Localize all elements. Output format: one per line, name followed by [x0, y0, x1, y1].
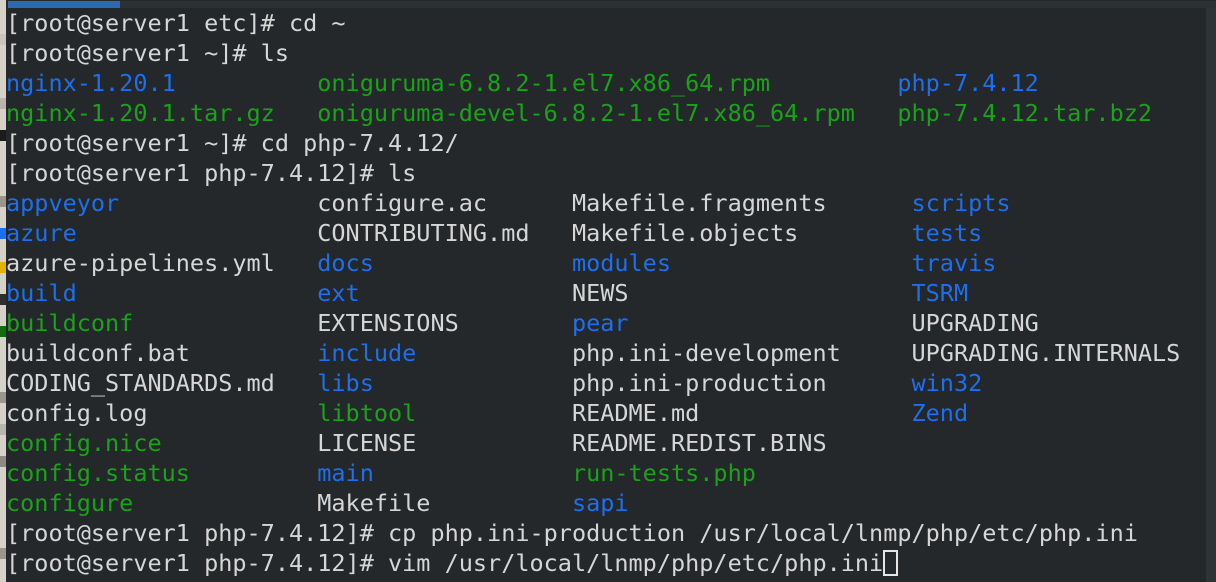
file-entry: ext [317, 279, 572, 307]
shell-prompt: [root@server1 php-7.4.12]# [6, 519, 389, 547]
file-entry: include [317, 339, 572, 367]
file-entry: php-7.4.12 [897, 69, 1039, 97]
file-entry: README.md [571, 399, 912, 427]
file-entry: configure [6, 489, 318, 517]
file-entry: Makefile.fragments [571, 189, 912, 217]
file-entry: Zend [911, 399, 969, 427]
file-entry: modules [571, 249, 912, 277]
shell-prompt: [root@server1 etc]# [6, 9, 289, 37]
shell-command: cp php.ini-production /usr/local/lnmp/ph… [388, 519, 1138, 547]
terminal-listing-row-home-1: nginx-1.20.1.tar.gz oniguruma-devel-6.8.… [6, 98, 1210, 128]
file-entry: config.nice [6, 429, 318, 457]
shell-prompt: [root@server1 php-7.4.12]# [6, 549, 389, 577]
terminal-command-line-ls-php: [root@server1 php-7.4.12]# ls [6, 158, 1210, 188]
file-entry: run-tests.php [571, 459, 912, 487]
terminal-command-line-vim: [root@server1 php-7.4.12]# vim /usr/loca… [6, 548, 1210, 578]
terminal-command-line-cp: [root@server1 php-7.4.12]# cp php.ini-pr… [6, 518, 1210, 548]
file-entry: appveyor [6, 189, 318, 217]
file-entry: TSRM [911, 279, 969, 307]
background-window-icon-fragment [0, 228, 6, 239]
terminal-scrollbar[interactable] [1206, 8, 1216, 582]
file-entry: EXTENSIONS [317, 309, 572, 337]
file-entry: Makefile.objects [571, 219, 912, 247]
file-entry: build [6, 279, 318, 307]
file-entry: README.REDIST.BINS [571, 429, 912, 457]
shell-command: cd php-7.4.12/ [260, 129, 459, 157]
background-window-icon-fragment [0, 424, 6, 435]
terminal-window: [root@server1 etc]# cd ~ [root@server1 ~]… [0, 0, 1216, 582]
file-entry: azure [6, 219, 318, 247]
shell-prompt: [root@server1 php-7.4.12]# [6, 159, 389, 187]
background-window-icon-fragment [0, 456, 6, 467]
terminal-listing-row-php-2: azure-pipelines.yml docs modules travis [6, 248, 1210, 278]
shell-command: cd ~ [288, 9, 346, 37]
background-window-icon-fragment [0, 130, 6, 141]
background-window-icon-fragment [0, 98, 6, 109]
file-entry: tests [911, 219, 983, 247]
terminal-listing-row-php-9: config.status main run-tests.php [6, 458, 1210, 488]
terminal-listing-row-php-1: azure CONTRIBUTING.md Makefile.objects t… [6, 218, 1210, 248]
terminal-listing-row-php-6: CODING_STANDARDS.md libs php.ini-product… [6, 368, 1210, 398]
terminal-command-line-cd-home: [root@server1 etc]# cd ~ [6, 8, 1210, 38]
terminal-listing-row-php-10: configure Makefile sapi [6, 488, 1210, 518]
file-entry: sapi [571, 489, 912, 517]
background-window-icon-fragment [0, 548, 6, 559]
background-window-icon-fragment [0, 392, 6, 403]
file-entry: oniguruma-devel-6.8.2-1.el7.x86_64.rpm [317, 99, 898, 127]
background-window-icon-fragment [0, 326, 6, 337]
file-entry: configure.ac [317, 189, 572, 217]
shell-command: vim /usr/local/lnmp/php/etc/php.ini [388, 549, 884, 577]
file-entry: UPGRADING.INTERNALS [911, 339, 1181, 367]
file-entry: php.ini-development [571, 339, 912, 367]
terminal-listing-row-php-5: buildconf.bat include php.ini-developmen… [6, 338, 1210, 368]
terminal-listing-row-php-7: config.log libtool README.md Zend [6, 398, 1210, 428]
file-entry: nginx-1.20.1.tar.gz [6, 99, 318, 127]
file-entry: NEWS [571, 279, 912, 307]
terminal-listing-row-php-0: appveyor configure.ac Makefile.fragments… [6, 188, 1210, 218]
titlebar-background [120, 1, 1216, 8]
terminal-command-line-cd-php: [root@server1 ~]# cd php-7.4.12/ [6, 128, 1210, 158]
file-entry: libtool [317, 399, 572, 427]
shell-prompt: [root@server1 ~]# [6, 39, 261, 67]
terminal-output[interactable]: [root@server1 etc]# cd ~ [root@server1 ~]… [6, 8, 1210, 582]
terminal-command-line-ls-home: [root@server1 ~]# ls [6, 38, 1210, 68]
file-entry: win32 [911, 369, 983, 397]
file-entry: config.status [6, 459, 318, 487]
file-entry: php-7.4.12.tar.bz2 [897, 99, 1153, 127]
file-entry: travis [911, 249, 997, 277]
file-entry: LICENSE [317, 429, 572, 457]
file-entry: buildconf.bat [6, 339, 318, 367]
background-window-icon-fragment [0, 34, 6, 45]
shell-command: ls [388, 159, 417, 187]
text-cursor [883, 550, 898, 576]
file-entry: pear [571, 309, 912, 337]
file-entry: UPGRADING [911, 309, 1039, 337]
shell-command: ls [260, 39, 289, 67]
titlebar-active-tab[interactable] [8, 1, 120, 8]
terminal-listing-row-php-4: buildconf EXTENSIONS pear UPGRADING [6, 308, 1210, 338]
file-entry: scripts [911, 189, 1011, 217]
file-entry: libs [317, 369, 572, 397]
file-entry: config.log [6, 399, 318, 427]
file-entry: buildconf [6, 309, 318, 337]
file-entry: oniguruma-6.8.2-1.el7.x86_64.rpm [317, 69, 898, 97]
background-window-strip [0, 0, 6, 582]
background-window-icon-fragment [0, 196, 6, 207]
file-entry: docs [317, 249, 572, 277]
background-window-icon-fragment [0, 262, 6, 273]
file-entry: nginx-1.20.1 [6, 69, 318, 97]
background-window-icon-fragment [0, 294, 6, 305]
terminal-listing-row-php-8: config.nice LICENSE README.REDIST.BINS [6, 428, 1210, 458]
terminal-listing-row-home-0: nginx-1.20.1 oniguruma-6.8.2-1.el7.x86_6… [6, 68, 1210, 98]
shell-prompt: [root@server1 ~]# [6, 129, 261, 157]
file-entry: azure-pipelines.yml [6, 249, 318, 277]
terminal-listing-row-php-3: build ext NEWS TSRM [6, 278, 1210, 308]
file-entry: CONTRIBUTING.md [317, 219, 572, 247]
file-entry: main [317, 459, 572, 487]
file-entry: php.ini-production [571, 369, 912, 397]
file-entry: Makefile [317, 489, 572, 517]
file-entry: CODING_STANDARDS.md [6, 369, 318, 397]
